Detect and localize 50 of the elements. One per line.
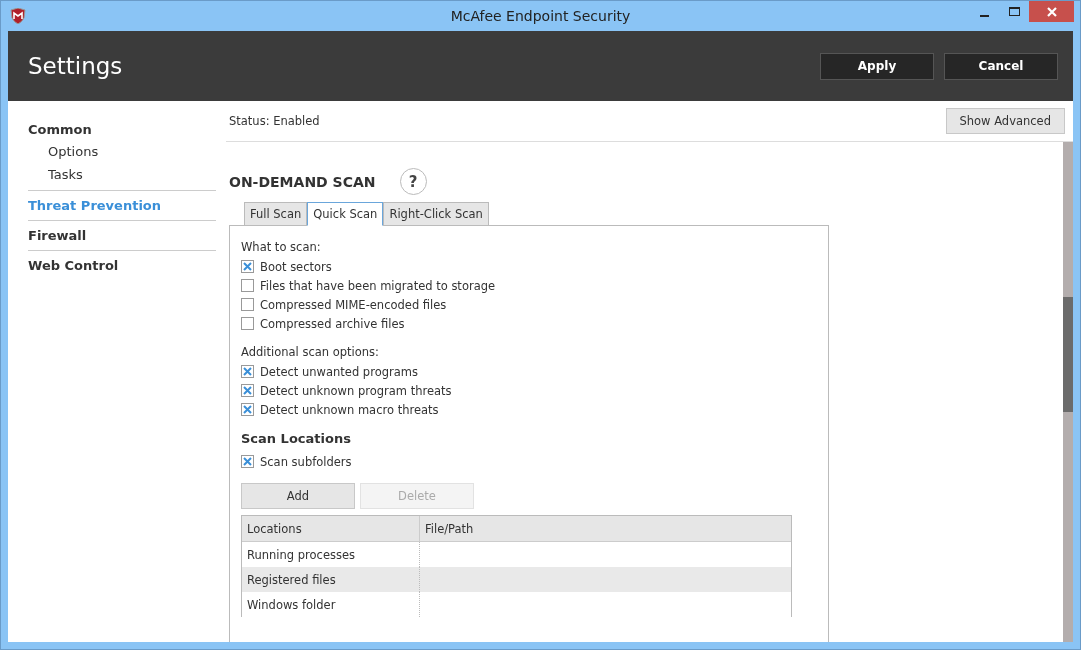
column-header[interactable]: File/Path	[420, 516, 479, 541]
maximize-icon	[1008, 6, 1020, 17]
status-text: Status: Enabled	[229, 114, 320, 128]
shield-logo-icon	[10, 8, 26, 24]
tab[interactable]: Right-Click Scan	[383, 202, 489, 226]
section-title: ON-DEMAND SCAN	[229, 173, 376, 190]
column-header[interactable]: Locations	[242, 516, 420, 541]
table-cell: Running processes	[247, 547, 356, 562]
header-button[interactable]: Cancel	[944, 52, 1058, 80]
tab[interactable]: Full Scan	[244, 202, 308, 226]
sidebar-item[interactable]: Firewall	[28, 225, 216, 246]
help-button[interactable]: ?	[399, 168, 427, 195]
table-cell: Windows folder	[247, 597, 336, 612]
checkbox-label: Boot sectors	[260, 259, 332, 274]
checkbox[interactable]	[241, 279, 254, 292]
location-button[interactable]: Add	[241, 483, 355, 509]
checkbox[interactable]	[241, 403, 254, 416]
group-heading: Scan Locations	[241, 431, 352, 446]
checkbox[interactable]	[241, 455, 254, 468]
sidebar-subitem[interactable]: Options	[28, 140, 216, 163]
table-cell: Registered files	[247, 572, 336, 587]
checkbox-label: Scan subfolders	[260, 454, 352, 469]
checkbox-label: Detect unwanted programs	[260, 364, 418, 379]
window-title: McAfee Endpoint Security	[450, 8, 631, 24]
checkbox-label: Files that have been migrated to storage	[260, 278, 496, 293]
table-row[interactable]: Registered files	[242, 567, 791, 592]
sidebar-subitem[interactable]: Tasks	[28, 163, 216, 186]
checkbox-label: Compressed archive files	[260, 316, 405, 331]
close-icon	[1046, 6, 1057, 17]
group-label: Additional scan options:	[241, 345, 380, 359]
checkbox[interactable]	[241, 298, 254, 311]
checkbox[interactable]	[241, 260, 254, 273]
page-title: Settings	[28, 53, 123, 79]
sidebar-item[interactable]: Web Control	[28, 255, 216, 276]
checkbox[interactable]	[241, 365, 254, 378]
checkbox[interactable]	[241, 384, 254, 397]
checkbox-label: Detect unknown macro threats	[260, 402, 439, 417]
table-row[interactable]: Windows folder	[242, 592, 791, 617]
minimize-icon	[979, 14, 989, 17]
header-button[interactable]: Apply	[820, 52, 934, 80]
tab[interactable]: Quick Scan	[307, 202, 384, 226]
scrollbar[interactable]	[1063, 142, 1073, 642]
group-label: What to scan:	[241, 240, 322, 254]
show-advanced-button[interactable]: Show Advanced	[945, 108, 1065, 134]
checkbox-label: Compressed MIME-encoded files	[260, 297, 447, 312]
close-button[interactable]	[1029, 1, 1074, 22]
checkbox[interactable]	[241, 317, 254, 330]
checkbox-label: Detect unknown program threats	[260, 383, 452, 398]
sidebar-item[interactable]: Common	[28, 119, 216, 140]
scrollbar-thumb[interactable]	[1063, 297, 1073, 412]
